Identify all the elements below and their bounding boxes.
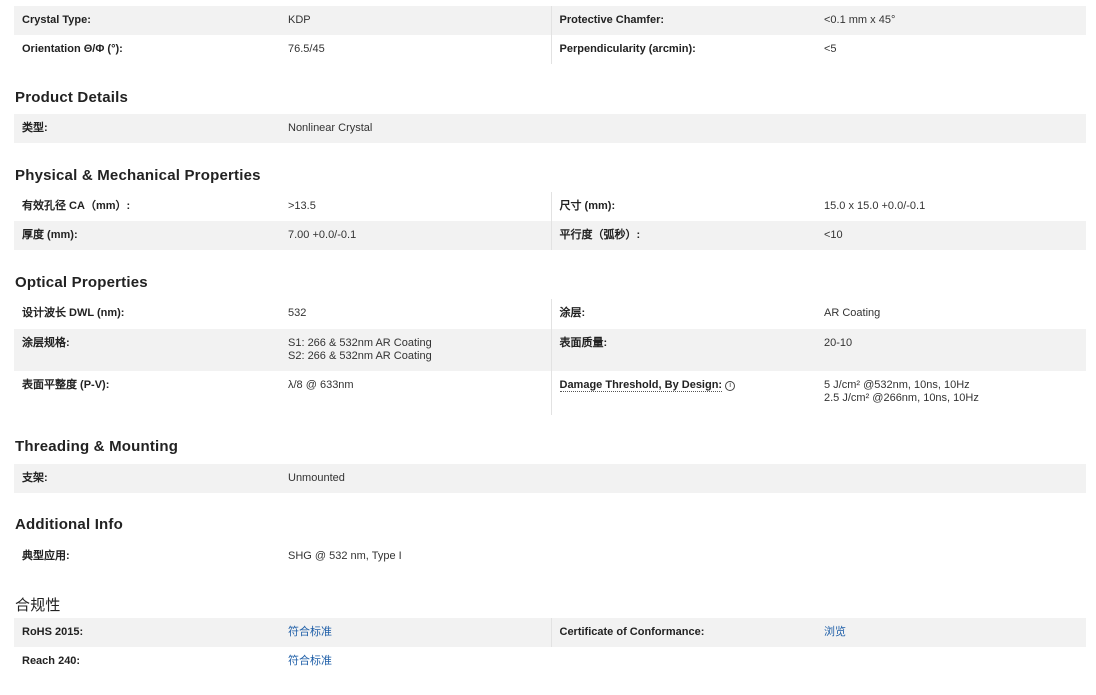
- perpendicularity-value: <5: [824, 43, 837, 55]
- type-label: 类型:: [22, 122, 48, 134]
- orientation-value: 76.5/45: [288, 43, 325, 55]
- table-row: 支架: Unmounted: [14, 464, 1086, 493]
- additional-info-heading: Additional Info: [15, 516, 123, 533]
- coc-view-link[interactable]: 浏览: [824, 626, 846, 638]
- compliance-heading: 合规性: [15, 597, 61, 614]
- type-value: Nonlinear Crystal: [288, 122, 373, 134]
- table-row: RoHS 2015: 符合标准 Certificate of Conforman…: [14, 618, 1086, 647]
- damage-threshold-line1: 5 J/cm² @532nm, 10ns, 10Hz: [824, 379, 970, 391]
- table-row: 类型: Nonlinear Crystal: [14, 114, 1086, 143]
- parallelism-value: <10: [824, 229, 843, 241]
- table-row: 表面平整度 (P-V): λ/8 @ 633nm Damage Threshol…: [14, 371, 1086, 415]
- coating-spec-label: 涂层规格:: [22, 337, 70, 349]
- general-specs-table: Crystal Type: KDP Protective Chamfer: <0…: [14, 6, 1086, 64]
- damage-threshold-line2: 2.5 J/cm² @266nm, 10ns, 10Hz: [824, 392, 979, 404]
- product-details-table: 类型: Nonlinear Crystal: [14, 114, 1086, 143]
- table-row: 涂层规格: S1: 266 & 532nm AR Coating S2: 266…: [14, 329, 1086, 371]
- table-row: 设计波长 DWL (nm): 532 涂层: AR Coating: [14, 299, 1086, 329]
- dwl-label: 设计波长 DWL (nm):: [22, 307, 125, 319]
- specifications-page: Crystal Type: KDP Protective Chamfer: <0…: [0, 0, 1096, 695]
- mount-label: 支架:: [22, 472, 48, 484]
- physical-mechanical-table: 有效孔径 CA（mm）: >13.5 尺寸 (mm): 15.0 x 15.0 …: [14, 192, 1086, 250]
- table-row: 厚度 (mm): 7.00 +0.0/-0.1 平行度（弧秒）: <10: [14, 221, 1086, 250]
- size-label: 尺寸 (mm):: [559, 200, 616, 212]
- clear-aperture-value: >13.5: [288, 200, 316, 212]
- dwl-value: 532: [288, 307, 307, 319]
- application-value: SHG @ 532 nm, Type I: [288, 550, 402, 562]
- crystal-type-label: Crystal Type:: [22, 14, 91, 26]
- additional-info-table: 典型应用: SHG @ 532 nm, Type I: [14, 542, 1086, 571]
- optical-properties-heading: Optical Properties: [15, 274, 148, 291]
- table-row: Crystal Type: KDP Protective Chamfer: <0…: [14, 6, 1086, 35]
- threading-mounting-heading: Threading & Mounting: [15, 438, 179, 455]
- compliance-table: RoHS 2015: 符合标准 Certificate of Conforman…: [14, 618, 1086, 676]
- table-row: 典型应用: SHG @ 532 nm, Type I: [14, 542, 1086, 571]
- info-icon[interactable]: i: [725, 381, 736, 391]
- table-row: 有效孔径 CA（mm）: >13.5 尺寸 (mm): 15.0 x 15.0 …: [14, 192, 1086, 221]
- rohs-label: RoHS 2015:: [22, 626, 84, 638]
- coating-spec-s2: S2: 266 & 532nm AR Coating: [288, 350, 432, 362]
- protective-chamfer-value: <0.1 mm x 45°: [824, 14, 896, 26]
- size-value: 15.0 x 15.0 +0.0/-0.1: [824, 200, 926, 212]
- damage-threshold-label[interactable]: Damage Threshold, By Design:: [559, 379, 723, 392]
- protective-chamfer-label: Protective Chamfer:: [559, 14, 665, 26]
- mount-value: Unmounted: [288, 472, 345, 484]
- coating-spec-s1: S1: 266 & 532nm AR Coating: [288, 337, 432, 349]
- rohs-compliant-link[interactable]: 符合标准: [288, 626, 332, 638]
- parallelism-label: 平行度（弧秒）:: [559, 229, 641, 241]
- perpendicularity-label: Perpendicularity (arcmin):: [559, 43, 696, 55]
- physical-mechanical-heading: Physical & Mechanical Properties: [15, 167, 261, 184]
- coc-label: Certificate of Conformance:: [559, 626, 705, 638]
- orientation-label: Orientation Θ/Φ (°):: [22, 43, 123, 55]
- flatness-label: 表面平整度 (P-V):: [22, 379, 110, 391]
- surface-quality-label: 表面质量:: [559, 337, 608, 349]
- threading-mounting-table: 支架: Unmounted: [14, 464, 1086, 493]
- thickness-value: 7.00 +0.0/-0.1: [288, 229, 357, 241]
- reach-label: Reach 240:: [22, 655, 81, 667]
- flatness-value: λ/8 @ 633nm: [288, 379, 354, 391]
- coating-value: AR Coating: [824, 307, 881, 319]
- product-details-heading: Product Details: [15, 89, 129, 106]
- application-label: 典型应用:: [22, 550, 70, 562]
- surface-quality-value: 20-10: [824, 337, 853, 349]
- damage-threshold-value: 5 J/cm² @532nm, 10ns, 10Hz 2.5 J/cm² @26…: [824, 371, 1078, 405]
- thickness-label: 厚度 (mm):: [22, 229, 78, 241]
- table-row: Orientation Θ/Φ (°): 76.5/45 Perpendicul…: [14, 35, 1086, 64]
- coating-label: 涂层:: [559, 307, 586, 319]
- reach-compliant-link[interactable]: 符合标准: [288, 655, 332, 667]
- damage-threshold-tooltip[interactable]: Damage Threshold, By Design: i: [559, 371, 809, 392]
- table-row: Reach 240: 符合标准: [14, 647, 1086, 676]
- clear-aperture-label: 有效孔径 CA（mm）:: [22, 200, 131, 212]
- crystal-type-value: KDP: [288, 14, 311, 26]
- optical-properties-table: 设计波长 DWL (nm): 532 涂层: AR Coating 涂层规格: …: [14, 299, 1086, 415]
- coating-spec-value: S1: 266 & 532nm AR Coating S2: 266 & 532…: [288, 329, 543, 363]
